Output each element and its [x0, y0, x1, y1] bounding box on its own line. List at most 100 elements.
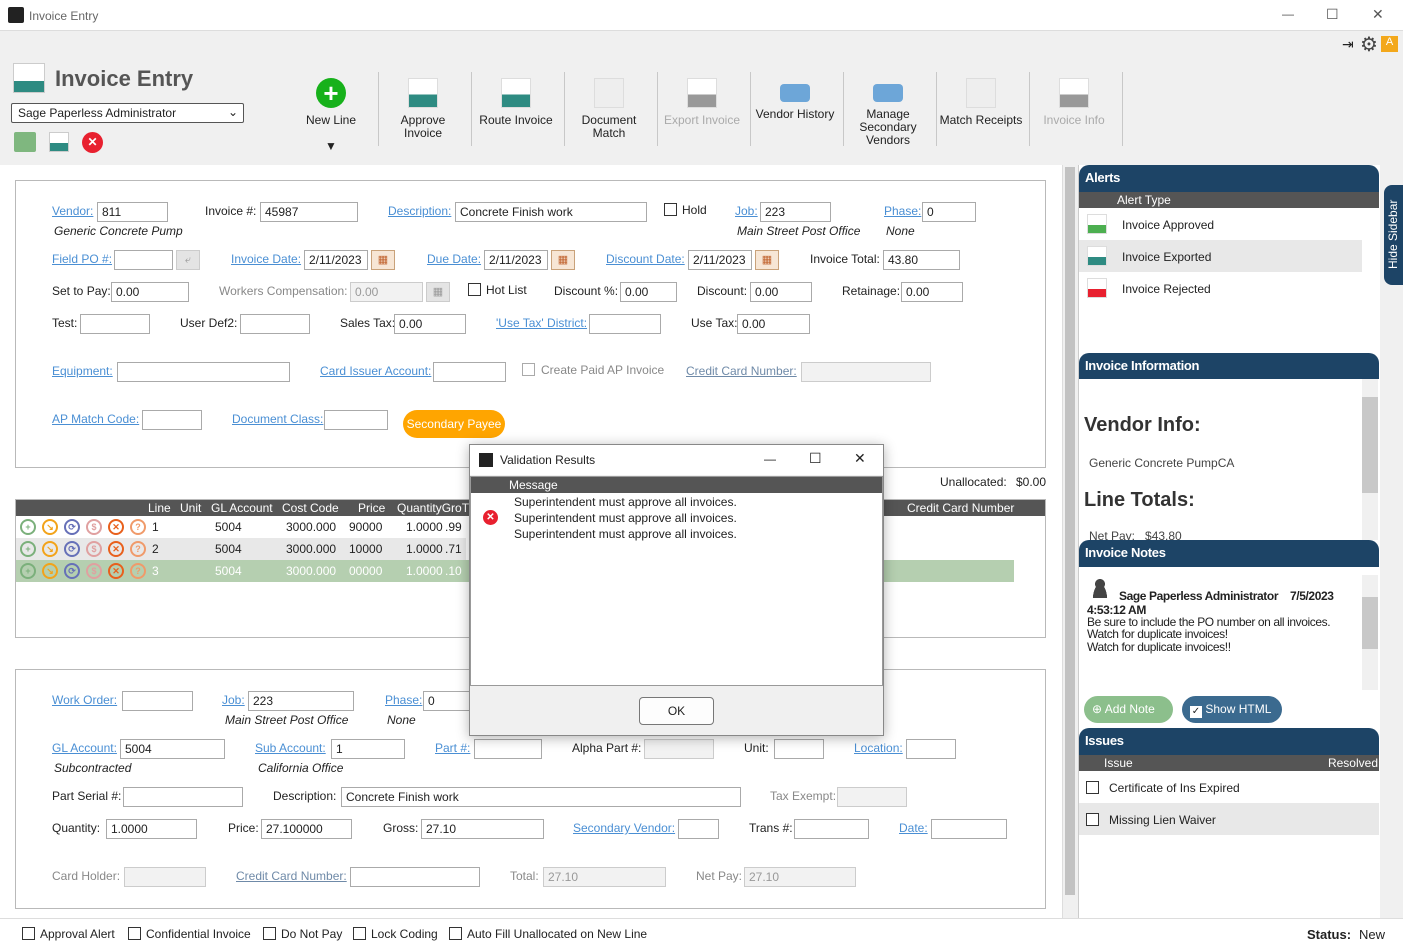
route-invoice-button[interactable]: Route Invoice — [470, 72, 562, 127]
maximize-button[interactable]: ☐ — [1326, 6, 1339, 23]
discount-date-input[interactable]: 2/11/2023 — [688, 250, 752, 270]
cost-icon[interactable]: $ — [86, 541, 102, 557]
issue-row[interactable]: Missing Lien Waiver — [1079, 803, 1379, 835]
ap-match-code-input[interactable] — [142, 410, 202, 430]
due-date-link[interactable]: Due Date: — [427, 252, 481, 266]
cost-icon[interactable]: $ — [86, 519, 102, 535]
delete-icon[interactable]: ✕ — [108, 541, 124, 557]
secondary-vendor-input[interactable] — [678, 819, 719, 839]
add-line-icon[interactable]: + — [20, 519, 36, 535]
invoice-total-input[interactable]: 43.80 — [883, 250, 960, 270]
set-to-pay-input[interactable]: 0.00 — [111, 282, 189, 302]
ap-match-code-link[interactable]: AP Match Code: — [52, 412, 139, 426]
main-scrollbar[interactable] — [1062, 165, 1077, 918]
hot-list-checkbox[interactable] — [468, 283, 481, 296]
checkbox-checked-icon[interactable]: ✓ — [1190, 706, 1202, 718]
vendor-link[interactable]: Vendor: — [52, 204, 93, 218]
delete-icon[interactable]: ✕ — [108, 563, 124, 579]
confidential-invoice-checkbox[interactable] — [128, 927, 141, 940]
info-scrollbar[interactable] — [1362, 379, 1378, 540]
approve-invoice-button[interactable]: Approve Invoice — [377, 72, 469, 140]
info-scroll-thumb[interactable] — [1362, 397, 1378, 493]
do-not-pay-checkbox[interactable] — [263, 927, 276, 940]
notes-scroll-thumb[interactable] — [1362, 597, 1378, 649]
ok-button[interactable]: OK — [639, 697, 714, 725]
line-job-input[interactable]: 223 — [248, 691, 354, 711]
manage-secondary-vendors-button[interactable]: Manage Secondary Vendors — [842, 72, 934, 147]
price-input[interactable]: 27.100000 — [261, 819, 352, 839]
warning-icon[interactable]: A — [1381, 36, 1398, 52]
issue-col[interactable]: Issue — [1104, 756, 1133, 770]
document-class-input[interactable] — [324, 410, 388, 430]
gl-account-input[interactable]: 5004 — [120, 739, 225, 759]
card-issuer-link[interactable]: Card Issuer Account: — [320, 364, 431, 378]
retainage-input[interactable]: 0.00 — [901, 282, 963, 302]
notes-scrollbar[interactable] — [1362, 575, 1378, 690]
add-note-button[interactable]: ⊕ Add Note — [1084, 696, 1173, 723]
match-receipts-button[interactable]: Match Receipts — [935, 72, 1027, 127]
issue-checkbox[interactable] — [1086, 813, 1099, 826]
route-icon[interactable]: ⟳ — [64, 519, 80, 535]
edit-icon[interactable]: ↘ — [42, 563, 58, 579]
create-paid-ap-checkbox[interactable] — [522, 363, 535, 376]
pin-icon[interactable]: ⇥ — [1342, 36, 1354, 53]
lock-coding-checkbox[interactable] — [353, 927, 366, 940]
gear-icon[interactable]: ⚙ — [1360, 32, 1378, 57]
use-tax-district-link[interactable]: 'Use Tax' District: — [496, 316, 587, 330]
close-button[interactable]: ✕ — [1372, 6, 1384, 23]
gl-account-link[interactable]: GL Account: — [52, 741, 117, 755]
part-link[interactable]: Part #: — [435, 741, 470, 755]
col-credit-card[interactable]: Credit Card Number — [907, 501, 1014, 515]
date-input[interactable] — [931, 819, 1007, 839]
col-price[interactable]: Price — [358, 501, 385, 515]
discount-date-link[interactable]: Discount Date: — [606, 252, 685, 266]
route-icon[interactable]: ⟳ — [64, 563, 80, 579]
export-invoice-button[interactable]: Export Invoice — [656, 72, 748, 127]
save-icon[interactable] — [14, 132, 36, 152]
line-credit-card-link[interactable]: Credit Card Number: — [236, 869, 347, 883]
help-icon[interactable]: ? — [130, 563, 146, 579]
vendor-history-button[interactable]: Vendor History — [749, 72, 841, 121]
invoice-date-input[interactable]: 2/11/2023 — [304, 250, 368, 270]
line-job-link[interactable]: Job: — [222, 693, 245, 707]
job-link[interactable]: Job: — [735, 204, 758, 218]
sub-account-link[interactable]: Sub Account: — [255, 741, 326, 755]
vendor-input[interactable]: 811 — [97, 202, 168, 222]
col-gl-account[interactable]: GL Account — [211, 501, 273, 515]
dialog-maximize-button[interactable]: ☐ — [809, 450, 822, 467]
equipment-link[interactable]: Equipment: — [52, 364, 113, 378]
col-line[interactable]: Line — [148, 501, 171, 515]
phase-link[interactable]: Phase: — [884, 204, 921, 218]
sales-tax-input[interactable]: 0.00 — [394, 314, 466, 334]
sub-account-input[interactable]: 1 — [331, 739, 405, 759]
add-line-icon[interactable]: + — [20, 541, 36, 557]
job-input[interactable]: 223 — [760, 202, 831, 222]
description-input[interactable]: Concrete Finish work — [455, 202, 647, 222]
auto-fill-checkbox[interactable] — [449, 927, 462, 940]
issue-checkbox[interactable] — [1086, 781, 1099, 794]
dialog-close-button[interactable]: ✕ — [854, 450, 866, 467]
delete-icon[interactable]: ✕ — [108, 519, 124, 535]
part-serial-input[interactable] — [123, 787, 243, 807]
discount-input[interactable]: 0.00 — [750, 282, 812, 302]
add-line-icon[interactable]: + — [20, 563, 36, 579]
test-input[interactable] — [80, 314, 150, 334]
unit-input[interactable] — [774, 739, 824, 759]
edit-icon[interactable]: ↘ — [42, 519, 58, 535]
field-po-lookup-button[interactable]: ⤶ — [176, 250, 200, 270]
discount-pct-input[interactable]: 0.00 — [620, 282, 677, 302]
hide-sidebar-tab[interactable]: Hide Sidebar — [1384, 185, 1403, 285]
field-po-link[interactable]: Field PO #: — [52, 252, 112, 266]
approval-alert-checkbox[interactable] — [22, 927, 35, 940]
cost-icon[interactable]: $ — [86, 563, 102, 579]
location-input[interactable] — [906, 739, 956, 759]
line-phase-link[interactable]: Phase: — [385, 693, 422, 707]
workers-comp-button[interactable]: ▦ — [426, 282, 450, 302]
secondary-vendor-link[interactable]: Secondary Vendor: — [573, 821, 675, 835]
dropdown-arrow-icon[interactable]: ▼ — [325, 139, 337, 153]
part-input[interactable] — [474, 739, 542, 759]
col-cost-code[interactable]: Cost Code — [282, 501, 339, 515]
user-select[interactable]: Sage Paperless Administrator ⌄ — [11, 103, 244, 123]
line-description-input[interactable]: Concrete Finish work — [341, 787, 741, 807]
equipment-input[interactable] — [117, 362, 290, 382]
